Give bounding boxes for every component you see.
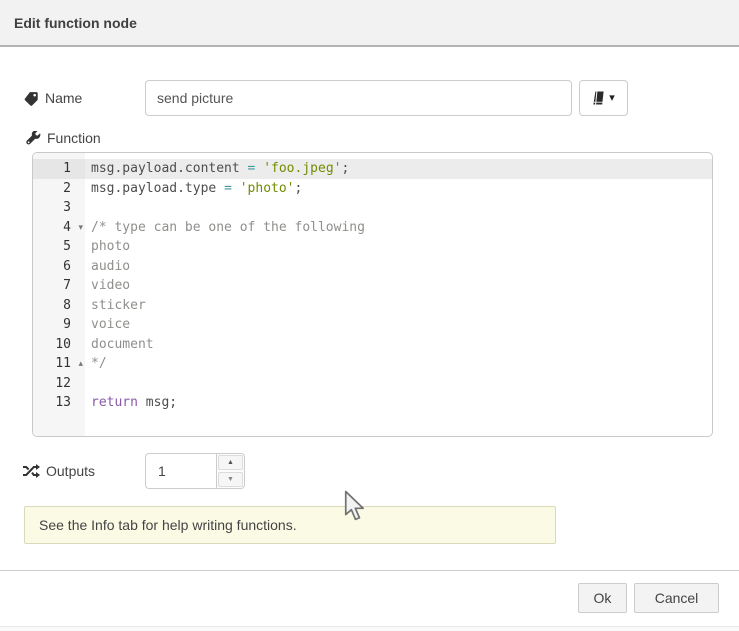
- code-line-text: /* type can be one of the following: [85, 218, 712, 238]
- line-number: 5: [33, 237, 85, 257]
- code-line: 2msg.payload.type = 'photo';: [33, 179, 712, 199]
- line-number: 12: [33, 374, 85, 394]
- code-line: 4▾/* type can be one of the following: [33, 218, 712, 238]
- code-line-text: document: [85, 335, 712, 355]
- function-label: Function: [26, 128, 101, 148]
- line-number: 2: [33, 179, 85, 199]
- line-number: 4▾: [33, 218, 85, 238]
- name-label-text: Name: [45, 90, 82, 106]
- ok-button-label: Ok: [594, 590, 612, 606]
- code-line-text: photo: [85, 237, 712, 257]
- fold-open-icon[interactable]: ▾: [78, 218, 83, 238]
- code-line-text: sticker: [85, 296, 712, 316]
- code-line: 13return msg;: [33, 393, 712, 413]
- line-number: 3: [33, 198, 85, 218]
- spinner-up-button[interactable]: ▲: [218, 455, 243, 470]
- tag-icon: [24, 91, 39, 106]
- line-number: 11▴: [33, 354, 85, 374]
- cancel-button-label: Cancel: [655, 590, 699, 606]
- form-tip-text: See the Info tab for help writing functi…: [39, 517, 297, 533]
- code-line: 3: [33, 198, 712, 218]
- line-number: 8: [33, 296, 85, 316]
- page-bottom-edge: [0, 626, 739, 631]
- code-line: 5photo: [33, 237, 712, 257]
- line-number: 9: [33, 315, 85, 335]
- ok-button[interactable]: Ok: [578, 583, 627, 613]
- function-label-text: Function: [47, 130, 101, 146]
- code-line-text: [85, 198, 712, 218]
- code-line-text: [85, 374, 712, 394]
- wrench-icon: [26, 131, 41, 146]
- book-icon: [592, 91, 605, 105]
- code-line: 7video: [33, 276, 712, 296]
- spinner-down-button[interactable]: ▼: [218, 472, 243, 487]
- line-number: 10: [33, 335, 85, 355]
- cancel-button[interactable]: Cancel: [634, 583, 719, 613]
- function-code-editor[interactable]: 1msg.payload.content = 'foo.jpeg';2msg.p…: [32, 152, 713, 437]
- shuffle-icon: [23, 464, 40, 478]
- line-number: 7: [33, 276, 85, 296]
- code-line-text: return msg;: [85, 393, 712, 413]
- code-line-text: msg.payload.content = 'foo.jpeg';: [85, 159, 712, 179]
- dialog-title: Edit function node: [14, 15, 137, 31]
- code-line: 11▴*/: [33, 354, 712, 374]
- line-number: 13: [33, 393, 85, 413]
- code-line-text: voice: [85, 315, 712, 335]
- dialog-header: Edit function node: [0, 0, 739, 47]
- code-line-text: video: [85, 276, 712, 296]
- line-number: 6: [33, 257, 85, 277]
- fold-close-icon[interactable]: ▴: [78, 354, 83, 374]
- library-button[interactable]: ▾: [579, 80, 628, 116]
- code-lines: 1msg.payload.content = 'foo.jpeg';2msg.p…: [33, 159, 712, 413]
- form-tip: See the Info tab for help writing functi…: [24, 506, 556, 544]
- code-line: 10document: [33, 335, 712, 355]
- outputs-label: Outputs: [23, 453, 95, 489]
- code-line: 1msg.payload.content = 'foo.jpeg';: [33, 159, 712, 179]
- outputs-spinner: ▲ ▼: [145, 453, 245, 489]
- name-label: Name: [24, 80, 82, 116]
- outputs-label-text: Outputs: [46, 463, 95, 479]
- spinner-buttons: ▲ ▼: [216, 454, 244, 488]
- line-number: 1: [33, 159, 85, 179]
- caret-down-icon: ▼: [227, 476, 234, 483]
- code-line: 8sticker: [33, 296, 712, 316]
- footer-divider: [0, 570, 739, 571]
- code-line-text: msg.payload.type = 'photo';: [85, 179, 712, 199]
- code-line-text: */: [85, 354, 712, 374]
- caret-up-icon: ▲: [227, 459, 234, 466]
- code-line-text: audio: [85, 257, 712, 277]
- name-input[interactable]: [145, 80, 572, 116]
- code-line: 9voice: [33, 315, 712, 335]
- code-line: 6audio: [33, 257, 712, 277]
- code-line: 12: [33, 374, 712, 394]
- caret-down-icon: ▾: [609, 93, 615, 104]
